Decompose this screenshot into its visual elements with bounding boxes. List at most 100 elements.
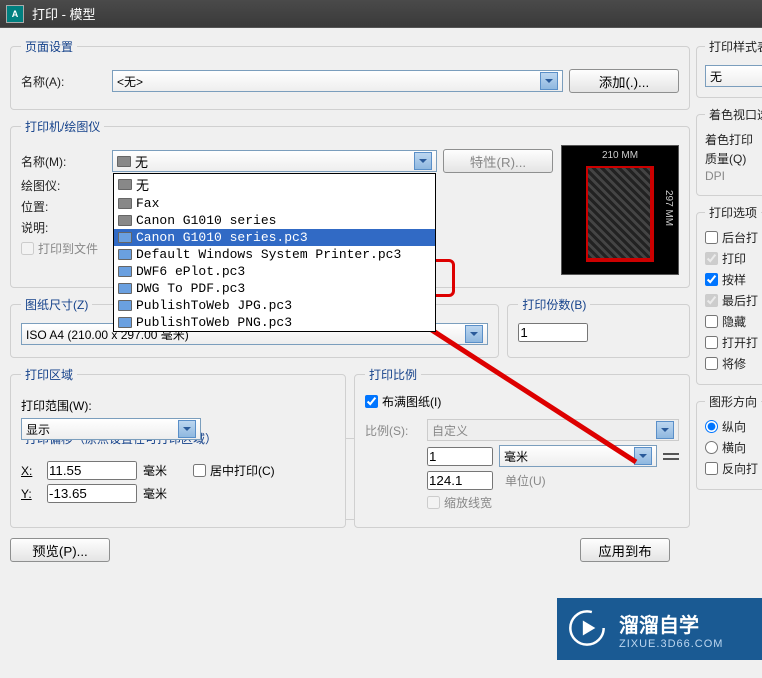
printer-name-value: 无: [131, 152, 414, 171]
apply-to-layout-button[interactable]: 应用到布: [580, 538, 670, 562]
print-scale-group: 打印比例 布满图纸(I) 比例(S): 自定义 毫米: [354, 366, 690, 528]
chevron-down-icon[interactable]: [178, 420, 196, 438]
landscape-radio[interactable]: [705, 441, 718, 454]
plot-style-table-combo[interactable]: 无: [705, 65, 762, 87]
printer-name-combo[interactable]: 无 无FaxCanon G1010 seriesCanon G1010 seri…: [112, 150, 437, 172]
add-page-setup-button[interactable]: 添加(.)...: [569, 69, 679, 93]
center-plot-label: 居中打印(C): [210, 462, 275, 479]
page-setup-name-combo[interactable]: <无>: [112, 70, 563, 92]
printer-option[interactable]: Canon G1010 series.pc3: [114, 229, 435, 246]
fit-to-paper-checkbox[interactable]: [365, 395, 378, 408]
page-setup-group: 页面设置 名称(A): <无> 添加(.)...: [10, 38, 690, 110]
print-option-row[interactable]: 按样: [705, 271, 746, 288]
description-label: 说明:: [21, 219, 106, 236]
chevron-down-icon[interactable]: [634, 447, 652, 465]
printer-option-text: 无: [136, 175, 149, 194]
printer-option-text: Canon G1010 series.pc3: [136, 230, 308, 245]
print-to-file-checkbox: [21, 242, 34, 255]
print-area-legend: 打印区域: [21, 366, 77, 383]
scale-lineweights-label: 缩放线宽: [444, 494, 492, 511]
print-option-label: 隐藏: [722, 313, 746, 330]
plotter-label: 绘图仪:: [21, 177, 106, 194]
plot-style-table-value: 无: [710, 68, 760, 85]
printer-option[interactable]: PublishToWeb PNG.pc3: [114, 314, 435, 331]
printer-option[interactable]: Default Windows System Printer.pc3: [114, 246, 435, 263]
offset-y-input[interactable]: [47, 484, 137, 503]
printer-properties-button[interactable]: 特性(R)...: [443, 149, 553, 173]
printer-dropdown-list[interactable]: 无 Fax Canon G1010 series Canon G1010 series…: [113, 173, 436, 332]
chevron-down-icon[interactable]: [540, 72, 558, 90]
center-plot-checkbox[interactable]: [193, 464, 206, 477]
scale-unit-combo[interactable]: 毫米: [499, 445, 657, 467]
offset-y-label: Y:: [21, 487, 41, 501]
printer-icon: [117, 156, 131, 167]
scale-denominator-input: [427, 471, 493, 490]
print-options-legend: 打印选项: [705, 204, 761, 221]
portrait-radio[interactable]: [705, 420, 718, 433]
print-option-label: 打印: [722, 250, 746, 267]
print-option-label: 后台打: [722, 229, 758, 246]
scale-lineweights-checkbox: [427, 496, 440, 509]
chevron-down-icon[interactable]: [414, 152, 432, 170]
printer-option-text: Canon G1010 series: [136, 213, 276, 228]
plotter-icon: [118, 300, 132, 311]
offset-x-label: X:: [21, 464, 41, 478]
scale-label: 比例(S):: [365, 422, 421, 439]
watermark: 溜溜自学 ZIXUE.3D66.COM: [557, 598, 762, 660]
print-option-checkbox[interactable]: [705, 357, 718, 370]
print-range-combo[interactable]: 显示: [21, 418, 201, 440]
plotter-icon: [118, 283, 132, 294]
reverse-check-row: 反向打: [705, 460, 758, 477]
printer-option[interactable]: PublishToWeb JPG.pc3: [114, 297, 435, 314]
shaded-viewport-legend: 着色视口选项: [705, 106, 762, 123]
print-option-row[interactable]: 隐藏: [705, 313, 746, 330]
equals-icon: [663, 448, 679, 464]
portrait-label: 纵向: [722, 418, 746, 435]
printer-option[interactable]: DWF6 ePlot.pc3: [114, 263, 435, 280]
print-option-row[interactable]: 后台打: [705, 229, 758, 246]
print-option-checkbox[interactable]: [705, 336, 718, 349]
preview-button[interactable]: 预览(P)...: [10, 538, 110, 562]
print-option-checkbox: [705, 252, 718, 265]
print-option-checkbox[interactable]: [705, 273, 718, 286]
print-scale-legend: 打印比例: [365, 366, 421, 383]
preview-width-label: 210 MM: [562, 150, 678, 161]
window-title: 打印 - 模型: [32, 4, 96, 23]
page-setup-name-value: <无>: [117, 73, 540, 90]
printer-option[interactable]: Fax: [114, 195, 435, 212]
titlebar: A 打印 - 模型: [0, 0, 762, 28]
print-option-checkbox[interactable]: [705, 231, 718, 244]
printer-option[interactable]: Canon G1010 series: [114, 212, 435, 229]
reverse-checkbox[interactable]: [705, 462, 718, 475]
print-option-row[interactable]: 打开打: [705, 334, 758, 351]
offset-x-input[interactable]: [47, 461, 137, 480]
scale-value: 自定义: [432, 422, 656, 439]
print-option-row[interactable]: 将修: [705, 355, 746, 372]
plot-style-table-legend: 打印样式表: [705, 38, 762, 55]
plotter-icon: [118, 232, 132, 243]
printer-option[interactable]: DWG To PDF.pc3: [114, 280, 435, 297]
app-icon: A: [6, 5, 24, 23]
plotter-icon: [118, 266, 132, 277]
printer-icon: [118, 179, 132, 190]
page-setup-name-label: 名称(A):: [21, 73, 106, 90]
play-icon: [567, 608, 607, 651]
print-option-label: 打开打: [722, 334, 758, 351]
printer-legend: 打印机/绘图仪: [21, 118, 104, 135]
printer-option[interactable]: 无: [114, 174, 435, 195]
reverse-label: 反向打: [722, 460, 758, 477]
copies-group: 打印份数(B): [507, 296, 690, 358]
fit-to-paper-label: 布满图纸(I): [382, 393, 441, 410]
chevron-down-icon[interactable]: [465, 325, 483, 343]
preview-height-label: 297 MM: [663, 190, 674, 226]
scale-numerator-input: [427, 447, 493, 466]
plot-style-table-group: 打印样式表 无: [696, 38, 762, 98]
portrait-radio-row: 纵向: [705, 418, 746, 435]
print-option-checkbox[interactable]: [705, 315, 718, 328]
printer-option-text: PublishToWeb PNG.pc3: [136, 315, 292, 330]
shaded-viewport-group: 着色视口选项 着色打印 质量(Q) DPI: [696, 106, 762, 196]
print-option-label: 最后打: [722, 292, 758, 309]
copies-input[interactable]: [518, 323, 588, 342]
printer-option-text: Fax: [136, 196, 159, 211]
offset-y-unit: 毫米: [143, 485, 167, 502]
